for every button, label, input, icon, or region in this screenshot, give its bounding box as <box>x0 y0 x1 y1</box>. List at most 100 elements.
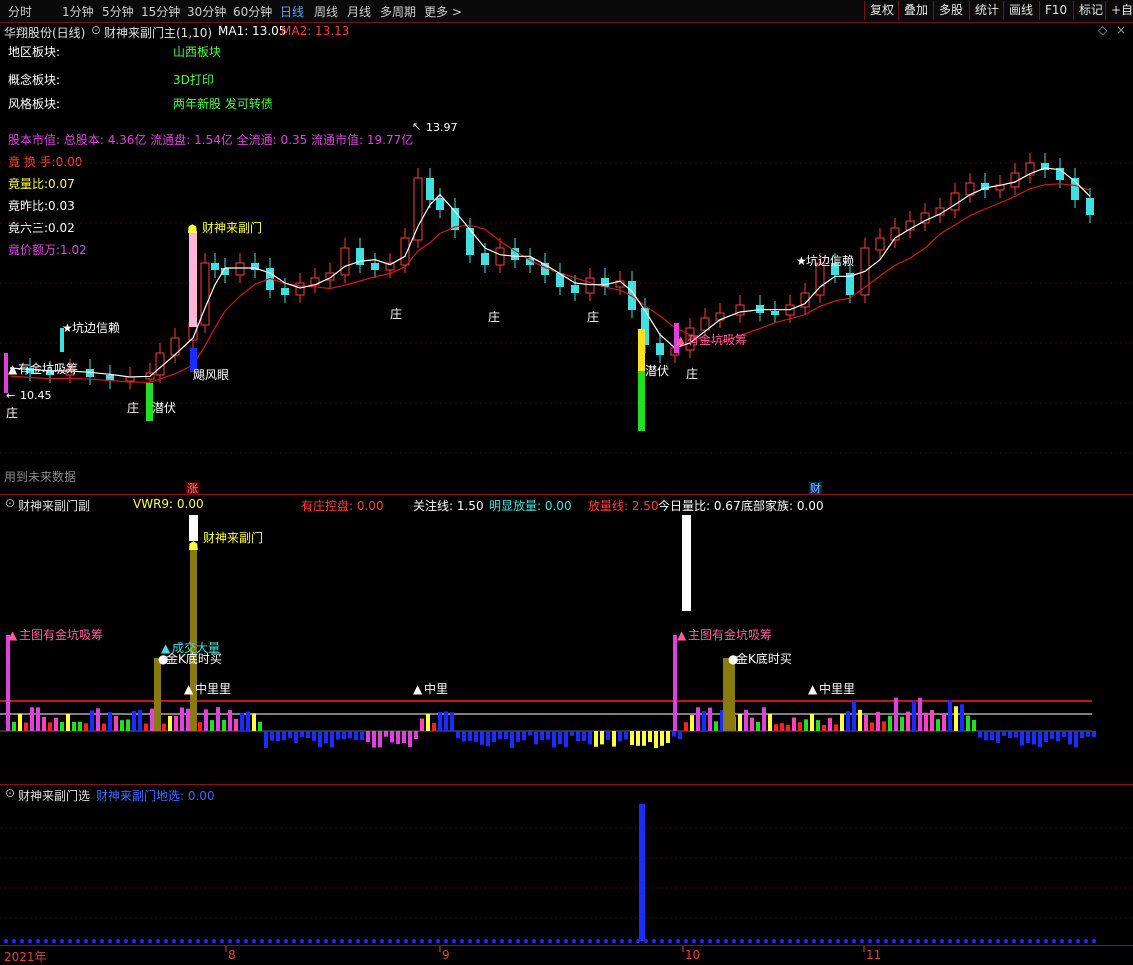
sub-bar <box>876 711 880 731</box>
sub-bar <box>816 720 820 731</box>
caishen-olive-bar <box>190 545 197 731</box>
sub-bar <box>960 704 964 731</box>
select-dot <box>84 939 88 943</box>
select-dot <box>684 939 688 943</box>
sub-bar <box>408 731 412 748</box>
select-dot <box>92 939 96 943</box>
period-fenshi[interactable]: 分时 <box>8 3 32 20</box>
sub-bar <box>594 731 598 747</box>
sub-bar <box>438 712 442 731</box>
sub-bar <box>276 731 280 742</box>
sub-bar <box>606 731 610 740</box>
sub-bar <box>948 700 952 731</box>
sub-bar <box>330 731 334 748</box>
add-watchlist-button[interactable]: +自选 <box>1105 1 1133 20</box>
caishen-icon: ☗ <box>188 539 199 553</box>
select-dot <box>484 939 488 943</box>
sub-bar <box>204 709 208 731</box>
tongji-button[interactable]: 统计 <box>969 1 1004 20</box>
select-dot <box>244 939 248 943</box>
candle-body <box>481 253 489 265</box>
low-arrow-icon: ← <box>6 389 15 402</box>
candle-body <box>950 192 960 211</box>
sub-bar <box>174 716 178 731</box>
zhuang-marker-5: 庄 <box>587 309 599 324</box>
select-dot <box>660 939 664 943</box>
select-dot <box>1076 939 1080 943</box>
period-multi[interactable]: 多周期 <box>380 3 416 20</box>
period-weekly[interactable]: 周线 <box>314 3 338 20</box>
biaoji-button[interactable]: 标记 <box>1073 1 1108 20</box>
select-dot <box>428 939 432 943</box>
select-dot <box>172 939 176 943</box>
select-dot <box>644 939 648 943</box>
sub-bar <box>582 731 586 742</box>
select-dot <box>4 939 8 943</box>
select-dot <box>412 939 416 943</box>
select-dot <box>100 939 104 943</box>
sub-bar <box>984 731 988 741</box>
caishen-signal-bar <box>189 231 197 327</box>
select-chart[interactable] <box>0 785 1133 945</box>
period-1min[interactable]: 1分钟 <box>62 3 94 20</box>
jink1-bar <box>154 658 161 731</box>
select-dot <box>596 939 600 943</box>
fuquan-button[interactable]: 复权 <box>864 1 899 20</box>
period-more[interactable]: 更多 > <box>424 3 462 20</box>
duogu-button[interactable]: 多股 <box>933 1 968 20</box>
period-monthly[interactable]: 月线 <box>347 3 371 20</box>
sub-bar <box>846 711 850 731</box>
select-dot <box>572 939 576 943</box>
select-dot <box>532 939 536 943</box>
sub-bar <box>660 731 664 746</box>
sub-bar <box>840 713 844 731</box>
period-5min[interactable]: 5分钟 <box>102 3 134 20</box>
select-dot <box>876 939 880 943</box>
period-60min[interactable]: 60分钟 <box>233 3 272 20</box>
period-daily[interactable]: 日线 <box>280 3 304 20</box>
select-dot <box>604 939 608 943</box>
candle-body <box>371 263 379 270</box>
select-dot <box>36 939 40 943</box>
sub-bar <box>1020 731 1024 746</box>
sub-bar <box>354 731 358 740</box>
sub-bar <box>858 709 862 731</box>
zhutu1-annotation: 主图有金坑吸筹 <box>19 627 103 642</box>
select-dot <box>1060 939 1064 943</box>
select-dot <box>636 939 640 943</box>
period-15min[interactable]: 15分钟 <box>141 3 180 20</box>
diejia-button[interactable]: 叠加 <box>898 1 933 20</box>
period-30min[interactable]: 30分钟 <box>187 3 226 20</box>
sub-bar <box>78 721 82 731</box>
candlestick-chart[interactable]: ↖ 13.97 ← 10.45 ☗ 财神来副门 ★ 坑边信赖 ▲ 有金坑吸筹 飓… <box>0 23 1133 494</box>
select-dot <box>196 939 200 943</box>
triangle-up-icon: ▲ <box>8 362 18 376</box>
sub-bar <box>528 731 532 736</box>
sub-bars-group <box>6 697 1096 749</box>
sub-bar <box>210 720 214 731</box>
select-dot <box>668 939 672 943</box>
sub-bar <box>546 731 550 740</box>
youjin2-annotation: 有金坑吸筹 <box>687 332 747 347</box>
sub-bar <box>774 724 778 731</box>
sub-bar <box>558 731 562 745</box>
sub-bar <box>186 708 190 731</box>
select-dot <box>900 939 904 943</box>
sub-indicator-chart[interactable]: ☗ 财神来副门 ▲ 主图有金坑吸筹 ▲ 成交大量 ● 金K底时买 ▲ 中里里 ▲… <box>0 495 1133 784</box>
sub-bar <box>252 713 256 731</box>
sub-bar <box>504 731 508 739</box>
sub-bar <box>114 716 118 731</box>
select-dot <box>28 939 32 943</box>
f10-button[interactable]: F10 <box>1039 1 1072 20</box>
huaxian-button[interactable]: 画线 <box>1003 1 1038 20</box>
candle-body <box>700 317 710 331</box>
sub-bar <box>1032 731 1036 745</box>
sub-bar <box>312 731 316 741</box>
sub-bar <box>564 731 568 748</box>
period-toolbar: 分时 1分钟 5分钟 15分钟 30分钟 60分钟 日线 周线 月线 多周期 更… <box>0 0 1133 23</box>
sub-bar <box>762 707 766 731</box>
jink2-annotation: 金K底时买 <box>736 651 792 666</box>
select-dot <box>156 939 160 943</box>
sub-bar <box>468 731 472 741</box>
select-dot <box>212 939 216 943</box>
